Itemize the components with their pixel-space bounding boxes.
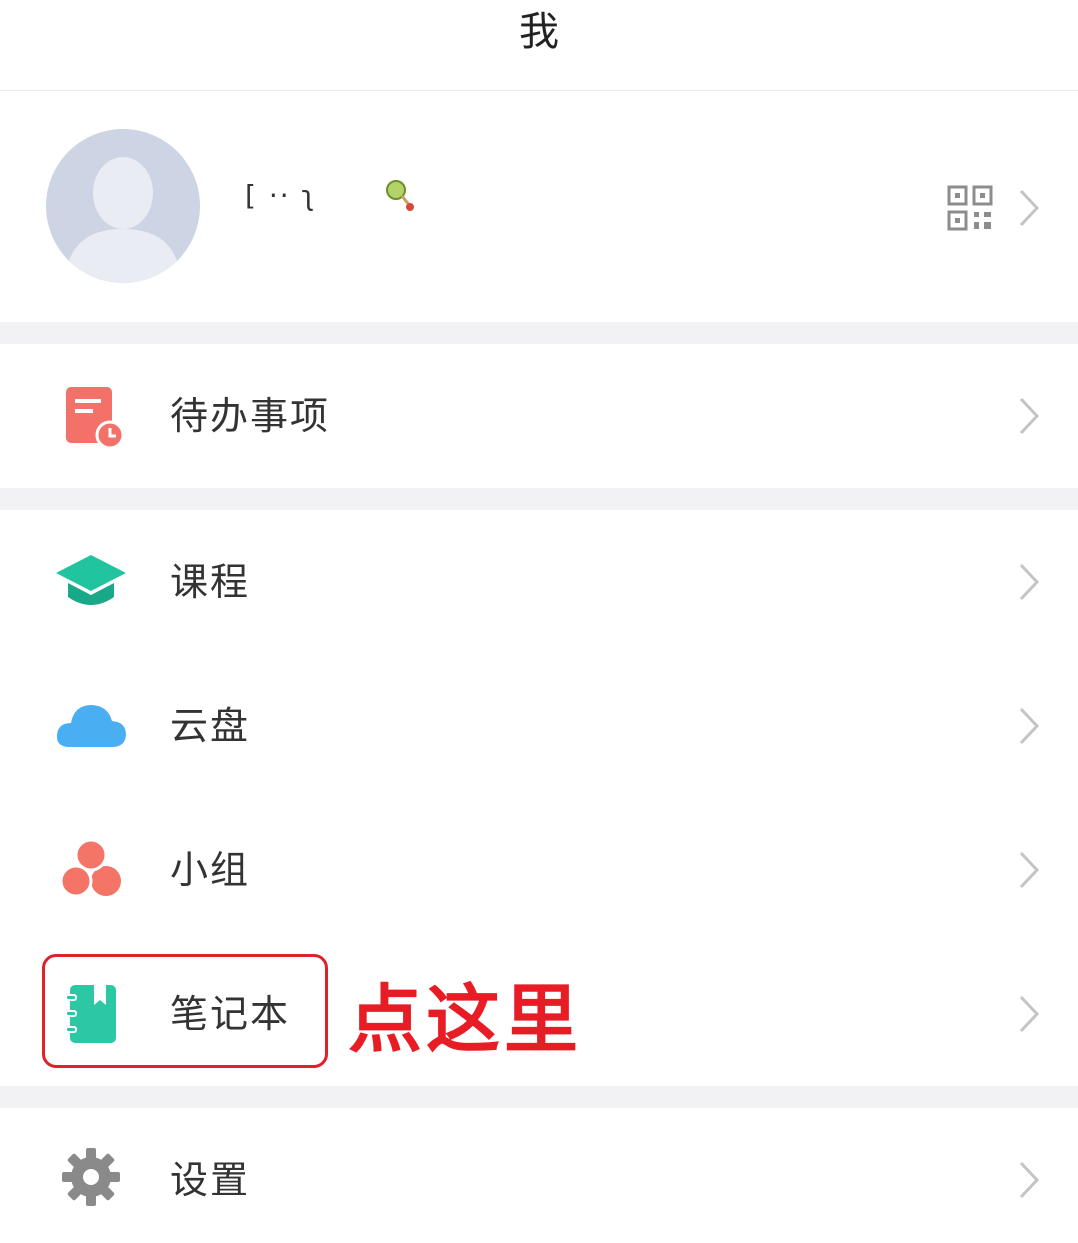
section-divider — [0, 1086, 1078, 1108]
menu-item-label: 设置 — [170, 1158, 251, 1202]
rattle-badge-icon — [386, 180, 414, 211]
profile-card[interactable]: [ ·· ʅ — [0, 91, 1078, 322]
menu-item-label: 待办事项 — [170, 394, 331, 438]
menu-item-label: 小组 — [170, 848, 251, 892]
group-circles-icon — [59, 838, 121, 898]
chevron-right-icon — [1019, 563, 1040, 601]
qr-code-icon[interactable] — [946, 184, 994, 232]
chevron-right-icon — [1019, 397, 1040, 435]
chevron-right-icon — [1019, 851, 1040, 889]
username: [ ·· ʅ — [245, 179, 317, 212]
avatar[interactable] — [46, 129, 200, 283]
menu-item-group[interactable]: 小组 — [0, 798, 1078, 942]
default-user-avatar-icon — [46, 129, 200, 283]
chevron-right-icon[interactable] — [1018, 188, 1040, 228]
menu-item-todo[interactable]: 待办事项 — [0, 344, 1078, 488]
menu-item-course[interactable]: 课程 — [0, 510, 1078, 654]
menu-item-label: 云盘 — [170, 704, 251, 748]
menu-item-cloud[interactable]: 云盘 — [0, 654, 1078, 798]
chevron-right-icon — [1019, 995, 1040, 1033]
top-bar: 我 — [0, 0, 1078, 91]
graduation-cap-icon — [56, 555, 126, 605]
todo-clock-icon — [66, 387, 125, 450]
annotation-highlight-box — [42, 954, 328, 1068]
menu-item-settings[interactable]: 设置 — [0, 1108, 1078, 1243]
section-divider — [0, 488, 1078, 510]
section-divider — [0, 322, 1078, 344]
gear-icon — [62, 1148, 120, 1206]
chevron-right-icon — [1019, 707, 1040, 745]
menu-item-label: 课程 — [170, 560, 251, 604]
annotation-text: 点这里 — [348, 977, 582, 1063]
chevron-right-icon — [1019, 1161, 1040, 1199]
page-title: 我 — [519, 9, 559, 55]
cloud-icon — [56, 705, 126, 747]
